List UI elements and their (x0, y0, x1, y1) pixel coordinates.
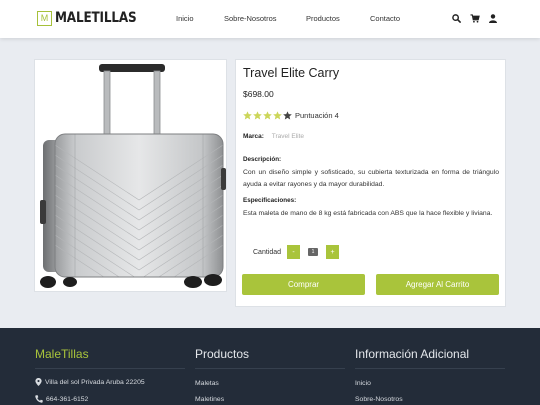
logo[interactable]: M MALETILLAS (37, 10, 150, 26)
footer-link-sobre-nosotros[interactable]: Sobre-Nosotros (355, 396, 403, 403)
cart-icon[interactable] (469, 13, 480, 24)
brand-value[interactable]: Travel Elite (272, 133, 304, 140)
footer-link-maletas[interactable]: Maletas (195, 380, 219, 387)
add-to-cart-button[interactable]: Agregar Al Carrito (376, 274, 499, 295)
nav-inicio[interactable]: Inicio (176, 14, 194, 23)
decrement-button[interactable]: - (287, 245, 301, 259)
logo-text: MALETILLAS (55, 10, 137, 26)
star-icon (283, 111, 292, 120)
brand-row: Marca: Travel Elite (243, 133, 304, 140)
logo-mark: M (37, 10, 52, 26)
footer-divider (35, 368, 185, 369)
product-image-card (34, 59, 227, 292)
description-text: Con un diseño simple y sofisticado, su c… (243, 169, 499, 188)
footer-link-maletines[interactable]: Maletines (195, 396, 224, 403)
quantity-stepper: Cantidad - 1 + (253, 245, 340, 259)
nav-sobre-nosotros[interactable]: Sobre-Nosotros (224, 14, 277, 23)
phone-text[interactable]: 664-361-6152 (46, 396, 88, 403)
quantity-value[interactable]: 1 (308, 248, 319, 256)
product-rating: Puntuación 4 (243, 111, 339, 120)
address-text: Villa del sol Privada Aruba 22205 (45, 378, 145, 386)
footer-brand: MaleTillas (35, 347, 89, 361)
map-pin-icon (35, 378, 42, 386)
brand-label: Marca: (243, 133, 264, 140)
footer: MaleTillas Villa del sol Privada Aruba 2… (0, 328, 540, 405)
description-label: Descripción: (243, 156, 282, 163)
footer-link-inicio[interactable]: Inicio (355, 380, 371, 387)
footer-divider (195, 368, 345, 369)
user-icon[interactable] (487, 13, 498, 24)
product-price: $698.00 (243, 89, 274, 99)
rating-label: Puntuación 4 (295, 111, 339, 120)
buy-button[interactable]: Comprar (242, 274, 365, 295)
nav-productos[interactable]: Productos (306, 14, 340, 23)
footer-divider (355, 368, 505, 369)
phone-icon (35, 395, 43, 403)
star-icon (243, 111, 252, 120)
top-navbar: M MALETILLAS Inicio Sobre-Nosotros Produ… (0, 0, 540, 38)
star-icon (263, 111, 272, 120)
search-icon[interactable] (451, 13, 462, 24)
product-title: Travel Elite Carry (243, 66, 340, 80)
footer-products-heading: Productos (195, 347, 250, 361)
nav-contacto[interactable]: Contacto (370, 14, 400, 23)
specs-label: Especificaciones: (243, 197, 297, 204)
footer-phone: 664-361-6152 (35, 395, 88, 403)
footer-address: Villa del sol Privada Aruba 22205 (35, 378, 145, 386)
star-icon (253, 111, 262, 120)
increment-button[interactable]: + (326, 245, 340, 259)
quantity-label: Cantidad (253, 248, 282, 256)
star-icon (273, 111, 282, 120)
suitcase-image[interactable] (35, 60, 228, 293)
product-info-card: Travel Elite Carry $698.00 Puntuación 4 … (235, 59, 506, 307)
specs-text: Esta maleta de mano de 8 kg está fabrica… (243, 210, 493, 217)
footer-info-heading: Información Adicional (355, 347, 470, 361)
